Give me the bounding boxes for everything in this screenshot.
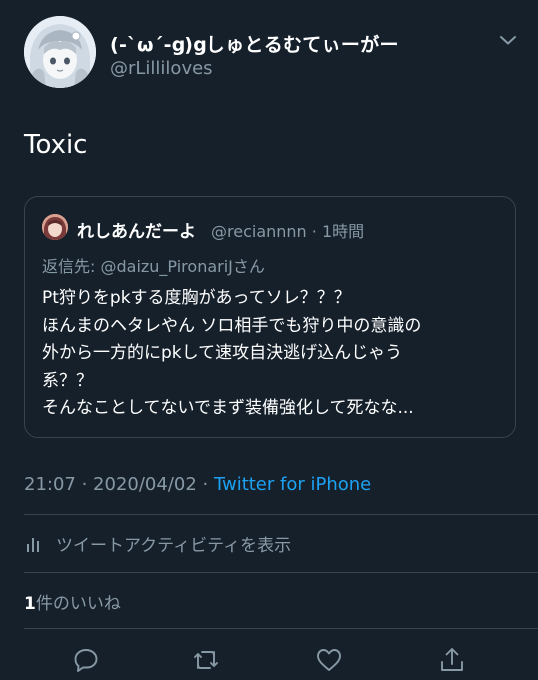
divider	[24, 628, 538, 629]
retweet-icon[interactable]	[192, 646, 220, 674]
quoted-line: 外から一方的にpkして速攻自決逃げ込んじゃう	[42, 343, 403, 363]
reply-icon[interactable]	[72, 646, 100, 674]
tweet-activity-link[interactable]: ツイートアクティビティを表示	[24, 528, 291, 558]
tweet-detail: (-`ω´-ց)ցしゅとるむてぃーがー @rLilliloves Toxic れ…	[0, 0, 538, 680]
time-date: 21:07 · 2020/04/02 ·	[24, 474, 214, 495]
quoted-line: Pt狩りをpkする度胸があってソレ？？？	[42, 288, 351, 308]
avatar-icon	[42, 214, 68, 240]
quoted-tweet[interactable]: れしあんだーよ @reciannnn · 1時間 返信先: @daizu_Pir…	[24, 196, 516, 438]
share-icon[interactable]	[438, 646, 466, 674]
quoted-author-name: れしあんだーよ	[77, 222, 196, 242]
bar-chart-icon	[27, 538, 39, 552]
author-handle[interactable]: @rLilliloves	[110, 58, 213, 79]
avatar-illustration-icon	[24, 16, 96, 88]
quoted-line: 系？？	[42, 370, 93, 391]
activity-label: ツイートアクティビティを表示	[56, 535, 292, 556]
quoted-author-handle-time: @reciannnn · 1時間	[211, 222, 365, 241]
tweet-timestamp: 21:07 · 2020/04/02 · Twitter for iPhone	[24, 474, 371, 495]
tweet-text: Toxic	[24, 130, 88, 160]
quoted-line: ほんまのヘタレやん ソロ相手でも狩り中の意識の	[42, 315, 422, 336]
quoted-line: そんなことしてないでまず装備強化して死なな...	[42, 398, 414, 418]
reply-mention: @daizu_PironariJさん	[100, 257, 265, 276]
action-bar	[0, 646, 538, 680]
likes-count[interactable]: 1件のいいね	[24, 589, 121, 614]
source-link[interactable]: Twitter for iPhone	[214, 474, 371, 495]
divider	[24, 572, 538, 573]
author-avatar[interactable]	[24, 16, 96, 88]
like-heart-icon[interactable]	[315, 646, 343, 674]
likes-number: 1	[24, 594, 36, 614]
author-display-name[interactable]: (-`ω´-ց)ցしゅとるむてぃーがー	[110, 30, 399, 57]
quoted-author-avatar	[42, 214, 68, 240]
likes-label: 件のいいね	[35, 594, 121, 614]
reply-context: 返信先: @daizu_PironariJさん	[42, 253, 265, 277]
reply-prefix: 返信先:	[42, 257, 101, 276]
chevron-down-icon[interactable]	[496, 28, 520, 52]
divider	[24, 514, 538, 515]
quoted-tweet-body: Pt狩りをpkする度胸があってソレ？？？ ほんまのヘタレやん ソロ相手でも狩り中…	[42, 285, 508, 423]
